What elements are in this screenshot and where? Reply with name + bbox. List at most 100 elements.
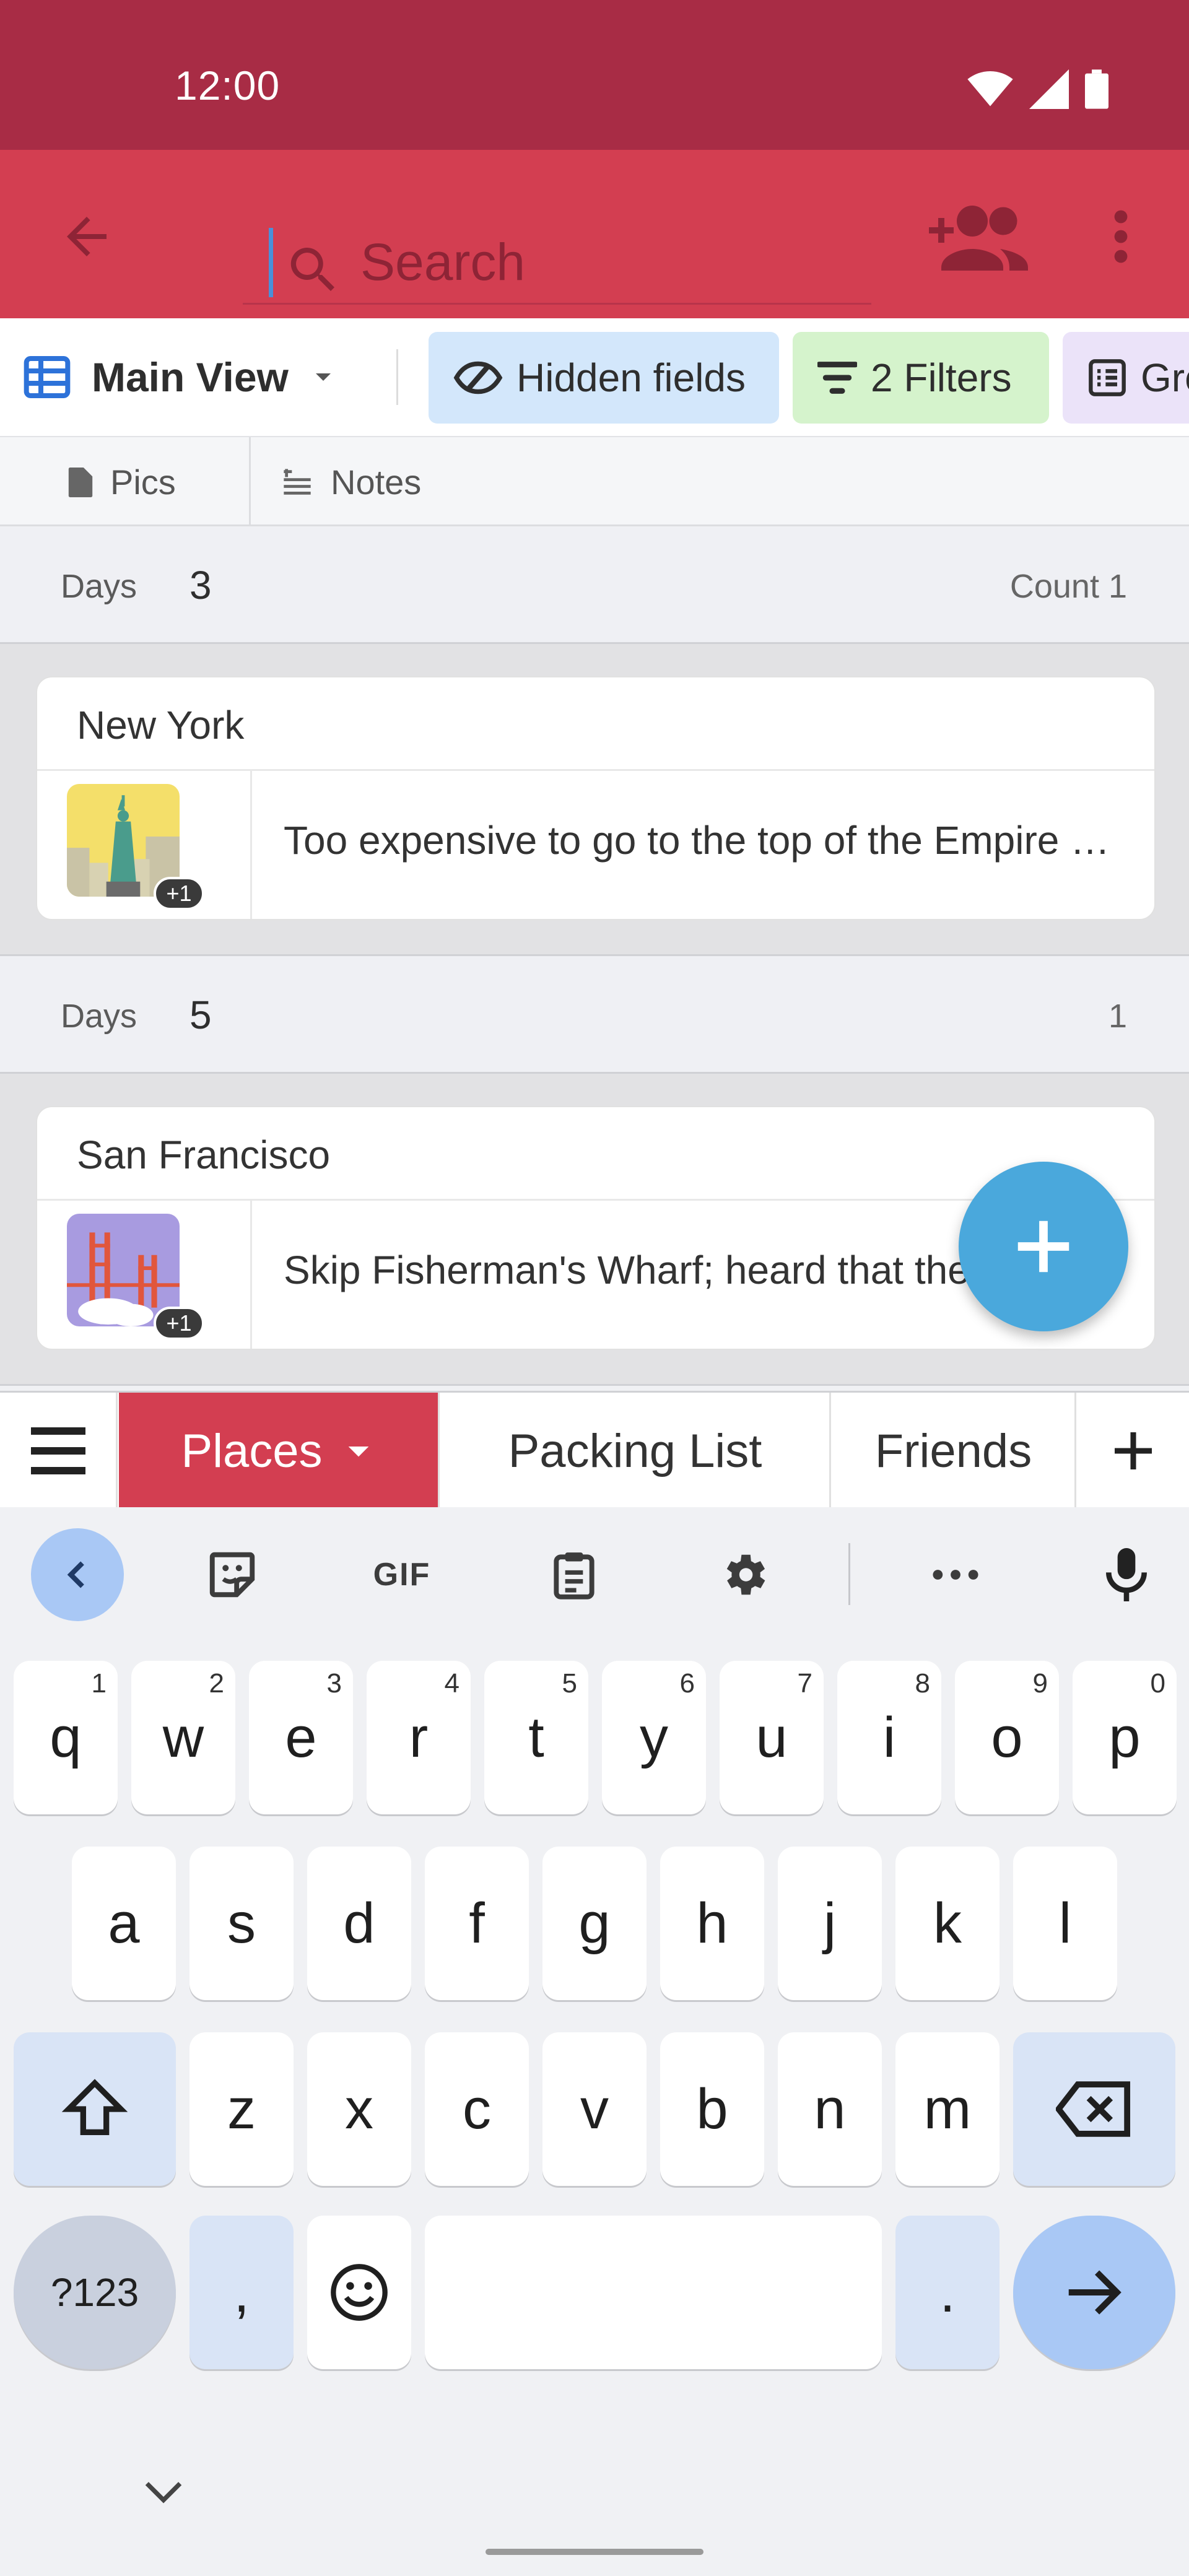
- gif-button[interactable]: GIF: [355, 1528, 448, 1621]
- record-note: Too expensive to go to the top of the Em…: [284, 818, 1126, 863]
- key-g[interactable]: g: [542, 1847, 647, 2000]
- key-label: ,: [233, 2260, 250, 2324]
- shift-icon: [61, 2079, 128, 2135]
- group-record-count: Count 1: [1009, 568, 1127, 605]
- keyboard-settings-button[interactable]: [697, 1528, 790, 1621]
- tab-label-friends: Friends: [874, 1424, 1032, 1477]
- key-shift[interactable]: [14, 2032, 176, 2186]
- key-period[interactable]: .: [895, 2216, 1000, 2369]
- attachment-count-badge: +1: [154, 877, 204, 910]
- tab-places[interactable]: Places: [119, 1393, 440, 1509]
- group-chip[interactable]: Group: [1063, 332, 1189, 424]
- hidden-fields-chip[interactable]: Hidden fields: [429, 332, 779, 424]
- key-label: y: [640, 1705, 668, 1769]
- hidden-fields-label: Hidden fields: [516, 355, 746, 400]
- group-header[interactable]: Days 5 1: [0, 956, 1189, 1074]
- key-label: a: [108, 1891, 140, 1955]
- key-l[interactable]: l: [1013, 1847, 1117, 2000]
- key-j[interactable]: j: [778, 1847, 882, 2000]
- key-n[interactable]: n: [778, 2032, 882, 2186]
- group-field-label: Days: [61, 568, 137, 605]
- key-k[interactable]: k: [895, 1847, 1000, 2000]
- filters-label: 2 Filters: [871, 355, 1012, 400]
- key-backspace[interactable]: [1013, 2032, 1175, 2186]
- keyboard-collapse-button[interactable]: [31, 1528, 124, 1621]
- signal-icon: [1029, 69, 1069, 109]
- key-enter[interactable]: [1013, 2216, 1175, 2369]
- back-button[interactable]: [50, 199, 124, 274]
- key-label: p: [1108, 1705, 1141, 1769]
- key-w[interactable]: w2: [131, 1661, 235, 1814]
- key-c[interactable]: c: [425, 2032, 529, 2186]
- home-indicator[interactable]: [486, 2549, 703, 2555]
- column-header-pics[interactable]: Pics: [68, 462, 176, 502]
- key-b[interactable]: b: [660, 2032, 764, 2186]
- key-v[interactable]: v: [542, 2032, 647, 2186]
- gif-label: GIF: [373, 1557, 431, 1593]
- key-symbols[interactable]: ?123: [14, 2216, 176, 2369]
- toolbar-divider: [396, 349, 398, 405]
- group-field-value: 5: [189, 993, 212, 1037]
- card-divider: [37, 769, 1154, 771]
- key-comma[interactable]: ,: [189, 2216, 294, 2369]
- key-label: e: [285, 1705, 317, 1769]
- key-i[interactable]: i8: [837, 1661, 941, 1814]
- menu-button[interactable]: [0, 1393, 118, 1509]
- long-text-icon: [284, 468, 311, 495]
- dropdown-arrow-icon: [315, 373, 331, 381]
- view-switcher[interactable]: Main View: [22, 344, 338, 410]
- search-input[interactable]: [360, 228, 843, 296]
- battery-icon: [1085, 69, 1108, 109]
- tab-label-places: Places: [181, 1424, 323, 1477]
- tab-friends[interactable]: Friends: [832, 1393, 1076, 1509]
- key-o[interactable]: o9: [955, 1661, 1059, 1814]
- sticker-button[interactable]: [186, 1528, 279, 1621]
- add-record-fab[interactable]: [959, 1162, 1128, 1331]
- voice-input-button[interactable]: [1080, 1528, 1173, 1621]
- key-label: j: [823, 1891, 837, 1955]
- keyboard-more-button[interactable]: [909, 1528, 1002, 1621]
- key-s[interactable]: s: [189, 1847, 294, 2000]
- key-x[interactable]: x: [307, 2032, 411, 2186]
- status-icons: [967, 69, 1108, 109]
- status-time: 12:00: [175, 63, 281, 108]
- key-e[interactable]: e3: [249, 1661, 353, 1814]
- add-table-button[interactable]: [1078, 1393, 1189, 1509]
- search-bar[interactable]: [243, 193, 871, 305]
- key-d[interactable]: d: [307, 1847, 411, 2000]
- add-collaborator-button[interactable]: [923, 199, 1034, 274]
- status-bar: 12:00: [0, 0, 1189, 150]
- tab-label-packing-list: Packing List: [508, 1424, 762, 1477]
- key-hint: 8: [915, 1668, 930, 1699]
- app-bar: [0, 150, 1189, 318]
- key-hint: 6: [679, 1668, 695, 1699]
- key-m[interactable]: m: [895, 2032, 1000, 2186]
- chevron-down-icon[interactable]: [139, 2474, 188, 2509]
- key-hint: 0: [1150, 1668, 1165, 1699]
- key-label: t: [528, 1705, 544, 1769]
- key-q[interactable]: q1: [14, 1661, 118, 1814]
- sticker-icon: [209, 1552, 255, 1598]
- key-space[interactable]: [425, 2216, 882, 2369]
- key-t[interactable]: t5: [484, 1661, 588, 1814]
- key-r[interactable]: r4: [367, 1661, 471, 1814]
- group-header[interactable]: Days 3 Count 1: [0, 526, 1189, 644]
- key-label: l: [1058, 1891, 1072, 1955]
- key-y[interactable]: y6: [602, 1661, 706, 1814]
- key-u[interactable]: u7: [720, 1661, 824, 1814]
- key-p[interactable]: p0: [1073, 1661, 1177, 1814]
- key-z[interactable]: z: [189, 2032, 294, 2186]
- hamburger-menu-icon: [30, 1427, 85, 1474]
- key-h[interactable]: h: [660, 1847, 764, 2000]
- key-f[interactable]: f: [425, 1847, 529, 2000]
- record-card[interactable]: New York +1 Too expensive to go to the t…: [36, 676, 1156, 920]
- column-header-notes[interactable]: Notes: [281, 462, 421, 502]
- wifi-icon: [967, 71, 1013, 107]
- filters-chip[interactable]: 2 Filters: [793, 332, 1049, 424]
- key-emoji[interactable]: [307, 2216, 411, 2369]
- more-options-button[interactable]: [1084, 199, 1158, 274]
- clipboard-button[interactable]: [528, 1528, 621, 1621]
- text-cursor: [269, 228, 273, 297]
- tab-packing-list[interactable]: Packing List: [441, 1393, 831, 1509]
- key-a[interactable]: a: [72, 1847, 176, 2000]
